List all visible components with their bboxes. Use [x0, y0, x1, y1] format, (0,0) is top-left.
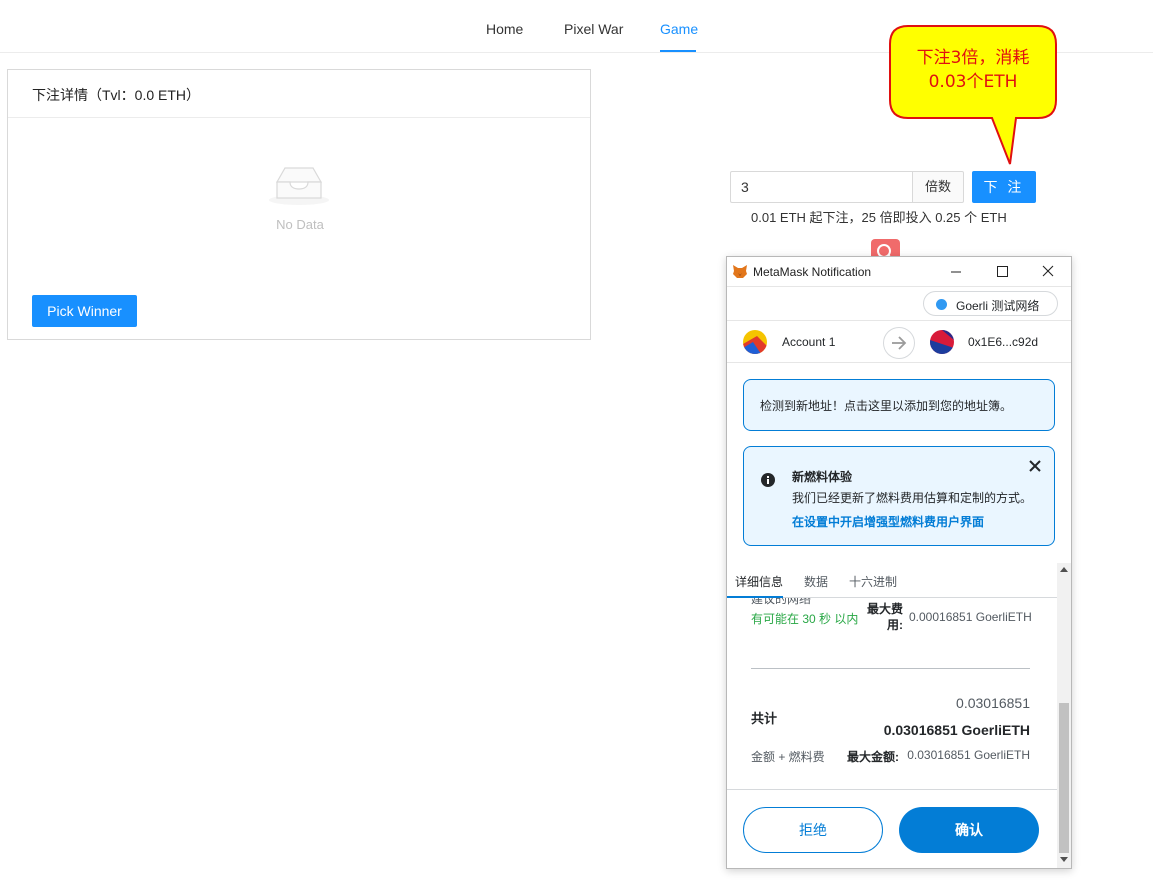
account-row: Account 1 0x1E6...c92d [727, 321, 1071, 363]
network-selector[interactable]: Goerli 测试网络 [923, 291, 1058, 316]
nav-pixel-war[interactable]: Pixel War [564, 21, 623, 37]
metamask-fox-icon [733, 265, 747, 278]
identicon-icon [743, 330, 767, 354]
metamask-titlebar: MetaMask Notification [727, 257, 1071, 287]
maximize-button[interactable] [979, 257, 1025, 287]
empty-text: No Data [276, 217, 324, 232]
from-account-avatar [743, 330, 767, 354]
new-address-alert[interactable]: 检测到新地址！点击这里以添加到您的地址簿。 [743, 379, 1055, 431]
gas-alert-settings-link[interactable]: 在设置中开启增强型燃料费用户界面 [792, 513, 984, 530]
tx-details-scroll-area[interactable]: 建议的网络 有可能在 30 秒 以内 最大费用: 0.00016851 Goer… [727, 598, 1057, 788]
identicon-icon [930, 330, 954, 354]
likely-time-text: 有可能在 30 秒 以内 [751, 612, 859, 626]
scroll-thumb[interactable] [1059, 703, 1069, 853]
info-icon [761, 473, 775, 487]
max-fee-value: 0.00016851 GoerliETH [909, 610, 1032, 624]
page: Home Pixel War Game 下注详情（Tvl：0.0 ETH） No… [0, 0, 1153, 895]
metamask-title: MetaMask Notification [753, 265, 872, 279]
max-amount-label: 最大金额: [847, 750, 899, 764]
tab-hex[interactable]: 十六进制 [849, 573, 897, 590]
callout-line-2: 0.03个ETH [928, 72, 1018, 92]
tab-data[interactable]: 数据 [804, 573, 828, 590]
gas-alert-body: 我们已经更新了燃料费用估算和定制的方式。 [792, 491, 1033, 505]
tx-tabs: 详细信息 数据 十六进制 [727, 563, 1057, 598]
maximize-icon [997, 266, 1008, 277]
total-amount-secondary: 0.03016851 [956, 695, 1030, 711]
bet-details-title: 下注详情（Tvl：0.0 ETH） [8, 70, 590, 118]
callout-text: 下注3倍，消耗 0.03个ETH [888, 46, 1058, 94]
multiplier-addon: 倍数 [912, 171, 964, 203]
callout-line-1: 下注3倍，消耗 [916, 48, 1030, 68]
bet-details-card: 下注详情（Tvl：0.0 ETH） No Data Pick Winner [7, 69, 591, 340]
bet-hint: 0.01 ETH 起下注，25 倍即投入 0.25 个 ETH [751, 210, 1007, 225]
max-fee-label: 最大费用: [866, 602, 903, 632]
place-bet-button[interactable]: 下 注 [972, 171, 1036, 203]
tab-details[interactable]: 详细信息 [735, 573, 783, 590]
pick-winner-button[interactable]: Pick Winner [32, 295, 137, 327]
to-address[interactable]: 0x1E6...c92d [968, 335, 1038, 349]
reject-button[interactable]: 拒绝 [743, 807, 883, 853]
dismiss-icon[interactable] [1028, 459, 1042, 473]
from-account-name: Account 1 [782, 335, 836, 349]
total-label: 共计 [751, 711, 778, 726]
metamask-window: MetaMask Notification Goerli 测试网络 Accoun… [726, 256, 1072, 869]
arrow-right-icon [892, 336, 907, 350]
scrollbar[interactable] [1057, 563, 1071, 868]
transfer-arrow [883, 327, 915, 359]
nav-game[interactable]: Game [660, 21, 698, 37]
to-account-avatar [930, 330, 954, 354]
network-row: Goerli 测试网络 [727, 287, 1071, 321]
multiplier-input[interactable] [730, 171, 913, 203]
minimize-button[interactable] [933, 257, 979, 287]
gas-alert-title: 新燃料体验 [792, 470, 853, 484]
nav-active-indicator [660, 50, 696, 52]
minimize-icon [951, 271, 961, 273]
close-window-button[interactable] [1025, 257, 1071, 287]
close-icon [1042, 265, 1054, 277]
action-footer: 拒绝 确认 [727, 789, 1057, 868]
scroll-up-arrow-icon[interactable] [1060, 567, 1068, 572]
network-label: Goerli 测试网络 [956, 299, 1040, 313]
scroll-down-arrow-icon[interactable] [1060, 857, 1068, 862]
max-amount-value: 0.03016851 GoerliETH [907, 748, 1030, 762]
divider [751, 668, 1030, 669]
amount-plus-fee-label: 金额 + 燃料费 [751, 750, 825, 764]
total-amount-primary: 0.03016851 GoerliETH [883, 722, 1030, 738]
suggested-network-label: 建议的网络 [751, 598, 812, 606]
network-dot-icon [936, 299, 947, 310]
empty-inbox-icon [269, 167, 329, 205]
gas-experience-alert: 新燃料体验 我们已经更新了燃料费用估算和定制的方式。 在设置中开启增强型燃料费用… [743, 446, 1055, 546]
confirm-button[interactable]: 确认 [899, 807, 1039, 853]
nav-home[interactable]: Home [486, 21, 523, 37]
info-glyph [767, 476, 769, 484]
